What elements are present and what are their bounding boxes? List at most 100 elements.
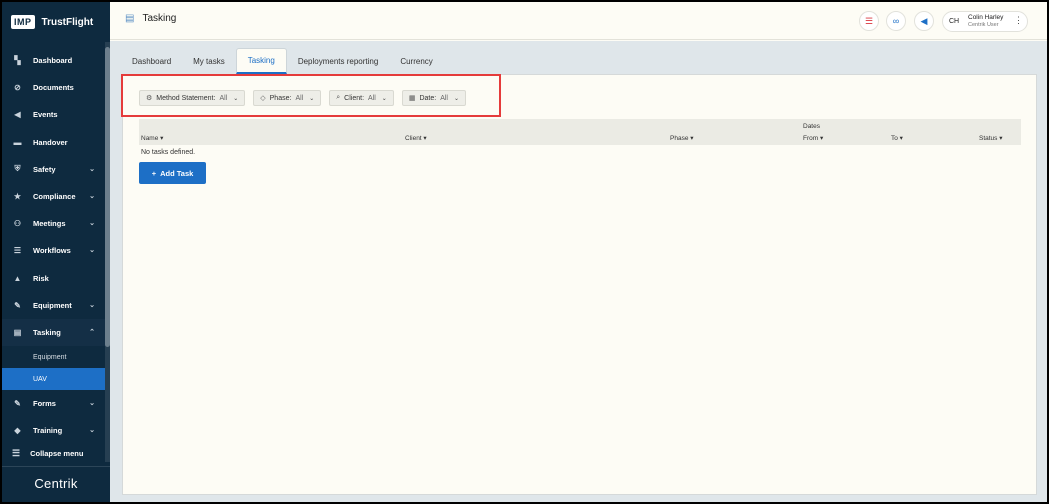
sidebar-item-label: Workflows [33, 246, 71, 256]
sidebar-item-documents[interactable]: ⊘ Documents [2, 74, 105, 101]
database-icon: ☰ [864, 15, 874, 26]
sidebar: IMP TrustFlight ▚ Dashboard ⊘ Documents ◀ Eve… [2, 2, 110, 502]
sidebar-item-label: Documents [33, 83, 74, 93]
tab-bar: Dashboard My tasks Tasking Deployments repo… [121, 48, 444, 74]
col-to-label: To [891, 135, 898, 142]
collapse-icon: ☰ [12, 447, 21, 458]
sidebar-item-label: Handover [33, 137, 68, 147]
col-from-label: From [803, 135, 819, 142]
brand-name: TrustFlight [41, 16, 94, 28]
sidebar-item-workflows[interactable]: ☰ Workflows ⌄ [2, 237, 105, 264]
brand-logo: IMP [11, 15, 35, 29]
add-task-label: Add Task [160, 168, 194, 178]
collapse-menu-button[interactable]: ☰ Collapse menu [2, 443, 110, 463]
tasks-table: Dates Name ▾ Client ▾ Phase ▾ From ▾ To … [139, 119, 1021, 156]
sidebar-item-equipment[interactable]: ✎ Equipment ⌄ [2, 292, 105, 319]
plus-icon: + [151, 168, 157, 178]
sidebar-item-label: Meetings [33, 219, 66, 229]
sidebar-nav: ▚ Dashboard ⊘ Documents ◀ Events ▬ Handover ⛨ Saf… [2, 47, 105, 444]
chevron-down-icon: ⌄ [89, 247, 95, 255]
col-from[interactable]: From ▾ [803, 134, 823, 142]
tab-tasking[interactable]: Tasking [235, 48, 287, 74]
table-header: Dates Name ▾ Client ▾ Phase ▾ From ▾ To … [139, 119, 1021, 145]
filter-highlight-box [121, 74, 501, 117]
database-button[interactable]: ☰ [859, 11, 879, 31]
forms-icon: ✎ [14, 399, 21, 409]
chevron-down-icon: ⌄ [89, 220, 95, 228]
sidebar-item-training[interactable]: ◆ Training ⌄ [2, 417, 105, 444]
col-to[interactable]: To ▾ [891, 134, 903, 142]
col-name-label: Name [141, 135, 159, 142]
compliance-icon: ★ [13, 192, 22, 202]
chevron-down-icon: ⌄ [89, 165, 95, 173]
page-title-group: ▤ Tasking [125, 13, 176, 24]
page-title: Tasking [142, 13, 177, 24]
paperclip-icon: ⊘ [14, 83, 21, 93]
sidebar-item-label: Risk [33, 273, 49, 283]
handover-icon: ▬ [13, 137, 22, 147]
avatar: CH [948, 18, 960, 25]
announcement-button[interactable]: ◀ [914, 11, 934, 31]
sidebar-item-label: Dashboard [33, 56, 73, 66]
chevron-up-icon: ⌃ [89, 328, 95, 336]
megaphone-icon: ◀ [920, 15, 928, 26]
chevron-down-icon: ⌄ [89, 400, 95, 408]
shield-icon: ⛨ [14, 164, 21, 174]
brand[interactable]: IMP TrustFlight [2, 2, 110, 42]
link-button[interactable]: ∞ [886, 11, 906, 31]
centrik-logo: Centrik [34, 476, 78, 491]
col-client[interactable]: Client ▾ [405, 134, 427, 142]
empty-state: No tasks defined. [141, 149, 196, 156]
sidebar-item-risk[interactable]: ▲ Risk [2, 265, 105, 292]
tasking-panel: ⚙ Method Statement: All ⌄ ◇ Phase: All ⌄ ⌕ Client… [122, 74, 1037, 495]
chevron-down-icon: ⌄ [89, 301, 95, 309]
graduation-cap-icon: ◆ [14, 426, 21, 436]
sidebar-subitem-uav[interactable]: UAV [2, 368, 105, 391]
workflows-icon: ☰ [13, 246, 22, 256]
tab-deployments-reporting[interactable]: Deployments reporting [287, 48, 389, 74]
collapse-menu-label: Collapse menu [30, 448, 84, 458]
chevron-down-icon: ⌄ [89, 427, 95, 435]
sidebar-item-tasking[interactable]: ▤ Tasking ⌃ [2, 318, 105, 347]
col-status[interactable]: Status ▾ [979, 134, 1003, 142]
sidebar-item-dashboard[interactable]: ▚ Dashboard [2, 47, 105, 74]
sidebar-item-label: Forms [33, 399, 56, 409]
col-phase[interactable]: Phase ▾ [670, 134, 694, 142]
chevron-down-icon: ⌄ [89, 192, 95, 200]
wrench-icon: ✎ [14, 300, 21, 310]
sidebar-divider [2, 466, 110, 467]
top-header: ▤ Tasking ☰ ∞ ◀ CH Colin Harley Centrik … [110, 2, 1047, 40]
app-frame: IMP TrustFlight ▚ Dashboard ⊘ Documents ◀ Eve… [2, 2, 1047, 502]
tab-currency[interactable]: Currency [389, 48, 443, 74]
clipboard-icon: ▤ [125, 13, 135, 24]
user-name: Colin Harley [968, 14, 1004, 22]
col-name[interactable]: Name ▾ [141, 134, 163, 142]
sidebar-item-label: Events [33, 110, 58, 120]
col-status-label: Status [979, 135, 998, 142]
dates-group-header: Dates [803, 123, 820, 130]
megaphone-icon: ◀ [14, 110, 21, 120]
sidebar-item-label: Training [33, 426, 63, 436]
user-role: Centrik User [968, 22, 999, 29]
kebab-menu-icon[interactable]: ⋮ [1014, 15, 1023, 26]
tab-my-tasks[interactable]: My tasks [182, 48, 236, 74]
sidebar-item-safety[interactable]: ⛨ Safety ⌄ [2, 156, 105, 183]
sidebar-item-events[interactable]: ◀ Events [2, 101, 105, 128]
sidebar-item-label: Tasking [33, 327, 61, 337]
meetings-icon: ⚇ [13, 219, 22, 229]
sidebar-item-label: Equipment [33, 300, 72, 310]
user-info: Colin Harley Centrik User [968, 14, 1003, 28]
sidebar-item-compliance[interactable]: ★ Compliance ⌄ [2, 183, 105, 210]
col-client-label: Client [405, 135, 422, 142]
warning-icon: ▲ [13, 273, 22, 283]
add-task-button[interactable]: + Add Task [139, 162, 206, 184]
tab-dashboard[interactable]: Dashboard [121, 48, 182, 74]
user-menu[interactable]: CH Colin Harley Centrik User ⋮ [942, 11, 1028, 32]
sidebar-item-forms[interactable]: ✎ Forms ⌄ [2, 390, 105, 417]
link-icon: ∞ [892, 16, 900, 26]
sidebar-item-meetings[interactable]: ⚇ Meetings ⌄ [2, 210, 105, 237]
sidebar-item-label: Compliance [33, 192, 76, 202]
dashboard-icon: ▚ [14, 56, 21, 66]
sidebar-subitem-equipment[interactable]: Equipment [2, 346, 105, 368]
sidebar-item-handover[interactable]: ▬ Handover [2, 129, 105, 156]
